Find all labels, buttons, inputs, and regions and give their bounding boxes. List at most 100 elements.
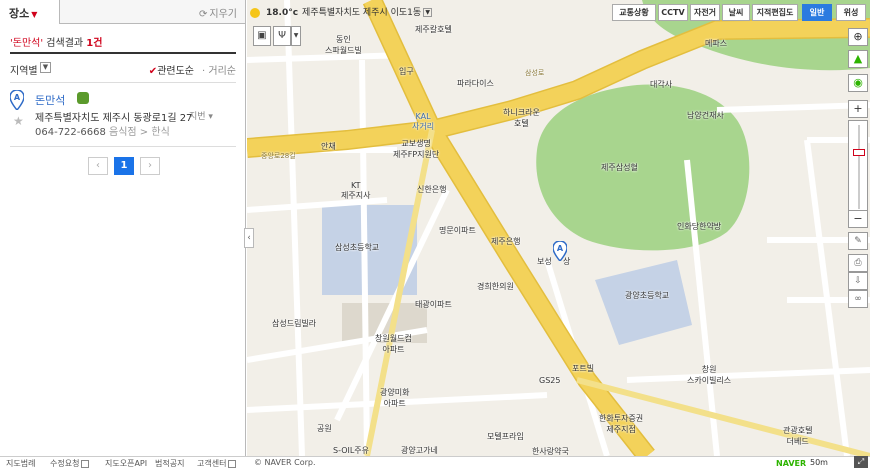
jibun-toggle[interactable]: 지번 ▾: [189, 109, 213, 122]
naver-logo: NAVER: [776, 459, 807, 468]
footer-link[interactable]: 지도범례: [6, 458, 35, 468]
map-label: S-OIL주유: [333, 446, 370, 455]
map-label: 명문이파트: [439, 226, 476, 235]
map-label: 모텔프라임: [487, 432, 524, 441]
place-name-link[interactable]: 돈만석: [35, 92, 65, 108]
school-area: [595, 260, 692, 345]
map-label: 남양건재사: [687, 111, 724, 120]
chevron-down-icon[interactable]: ▼: [291, 26, 301, 46]
street-view-icon[interactable]: ▲: [848, 50, 868, 68]
map-label: 제주은행: [491, 237, 521, 246]
star-icon[interactable]: ★: [13, 114, 24, 128]
weather-location: 제주특별자치도 제주시 이도1동: [302, 8, 422, 18]
chevron-down-icon: [228, 459, 237, 468]
map-label: 하니크라운 호텔: [503, 108, 540, 128]
map-label: KT 제주지사: [341, 181, 371, 200]
zoom-in-button[interactable]: +: [848, 100, 868, 118]
sort-relevance[interactable]: ✔관련도순: [149, 62, 194, 77]
road-label: 중앙로28길: [261, 152, 296, 160]
location-icon[interactable]: ◉: [848, 74, 868, 92]
divider: [10, 52, 236, 54]
map-label: 보성: [537, 257, 552, 266]
temperature: 18.0°c: [266, 8, 299, 18]
sun-icon: [250, 7, 260, 18]
search-panel: 장소 ▼ ⟳ 지우기 '돈만석' 검색결과 1건 지역별 ▼ ✔관련도순 · 거리순…: [0, 0, 246, 468]
footer-link[interactable]: 고객센터: [197, 458, 237, 468]
divider: [10, 82, 236, 83]
chevron-down-icon: ▼: [31, 10, 38, 19]
check-icon: ✔: [148, 66, 158, 77]
map-label: 대각사: [650, 80, 673, 89]
link-icon[interactable]: ∞: [848, 290, 868, 308]
footer-link-label: 수정요청: [50, 459, 80, 468]
map-label: 태광이파트: [415, 300, 452, 309]
location-dropdown-icon[interactable]: ▼: [423, 8, 433, 17]
ruler-icon[interactable]: ✎: [848, 232, 868, 250]
place-contact: 064-722-6668 음식점 > 한식: [35, 123, 170, 138]
zoom-handle[interactable]: [853, 149, 865, 156]
sort-separator: ·: [202, 66, 206, 77]
map-label: GS25: [539, 376, 561, 385]
map-label: 한사랑약국: [532, 447, 569, 456]
map-label: 창원 스카이빌리스: [687, 365, 732, 385]
map-canvas[interactable]: 제주칼호텔 동인 스파월드빌 입구 파라다이스 삼성로 메파스 대각사 남양건재…: [247, 0, 870, 456]
next-page-button[interactable]: ›: [140, 157, 160, 175]
map-label: KAL 사거리: [412, 112, 435, 131]
layer-cadastral[interactable]: 지적편집도: [752, 4, 798, 21]
copyright: © NAVER Corp.: [254, 458, 316, 467]
weather-bar: 18.0°c 제주특별자치도 제주시 이도1동 ▼: [250, 5, 433, 19]
list-item[interactable]: A ★ 돈만석 제주특별자치도 제주시 동광로1길 27 지번 ▾ 064-72…: [10, 90, 236, 142]
map-label: 경희한의원: [477, 282, 514, 291]
layer-normal[interactable]: 일반: [802, 4, 832, 21]
map-label: 한화투자증권 제주지점: [599, 414, 644, 434]
zoom-out-button[interactable]: −: [848, 210, 868, 228]
restaurant-icon[interactable]: Ψ: [273, 26, 291, 46]
map-label: 광양고가네: [401, 446, 438, 455]
result-summary: '돈만석' 검색결과 1건: [10, 34, 102, 49]
footer-link[interactable]: 범적공지: [155, 458, 184, 468]
refresh-icon: ⟳: [199, 9, 208, 20]
print-icon[interactable]: ⎙: [848, 254, 868, 272]
region-filter-label[interactable]: 지역별: [10, 62, 38, 77]
place-category: 음식점 > 한식: [109, 127, 170, 138]
sort-distance-label: 거리순: [208, 66, 236, 77]
layer-weather[interactable]: 날씨: [722, 4, 750, 21]
compass-icon[interactable]: ⊕: [848, 28, 868, 46]
map-label: 파라다이스: [457, 79, 494, 88]
expand-icon[interactable]: ⤢: [854, 456, 868, 468]
map-scale: 50m: [810, 458, 828, 467]
zoom-track: [858, 125, 860, 209]
tab-place-label: 장소: [9, 7, 30, 20]
place-address: 제주특별자치도 제주시 동광로1길 27: [35, 113, 193, 124]
map-label: 입구: [399, 67, 414, 76]
bus-icon[interactable]: ▣: [253, 26, 271, 46]
road-label: 삼성로: [525, 69, 545, 77]
marker-a-icon: A: [10, 90, 24, 110]
footer-link[interactable]: 지도오픈API: [105, 458, 147, 468]
prev-page-button[interactable]: ‹: [88, 157, 108, 175]
clear-button[interactable]: ⟳ 지우기: [199, 5, 237, 20]
map-label: 광양미화 아파트: [380, 388, 410, 408]
layer-satellite[interactable]: 위성: [836, 4, 866, 21]
marker-a-icon[interactable]: A: [553, 241, 567, 261]
layer-traffic[interactable]: 교통상황: [612, 4, 656, 21]
map-label: 메파스: [705, 39, 728, 48]
page-1-button[interactable]: 1: [114, 157, 134, 175]
tab-place[interactable]: 장소 ▼: [0, 0, 60, 24]
layer-bicycle[interactable]: 자전거: [690, 4, 720, 21]
save-icon[interactable]: ⇩: [848, 272, 868, 290]
marker-letter: A: [14, 93, 21, 102]
place-phone: 064-722-6668: [35, 127, 106, 138]
layer-cctv[interactable]: CCTV: [658, 4, 688, 21]
panel-tabs: 장소 ▼ ⟳ 지우기: [0, 0, 245, 24]
map-label: 공원: [317, 424, 332, 433]
region-dropdown-icon[interactable]: ▼: [40, 62, 51, 73]
zoom-slider[interactable]: [848, 120, 868, 212]
footer-link[interactable]: 수정요청: [50, 458, 90, 468]
footer-link-label: 고객센터: [197, 459, 227, 468]
chevron-down-icon: [81, 459, 90, 468]
collapse-panel-button[interactable]: ‹: [244, 228, 254, 248]
result-text: 검색결과: [43, 38, 87, 49]
sort-distance[interactable]: · 거리순: [202, 62, 236, 77]
sort-relevance-label: 관련도순: [157, 66, 194, 77]
